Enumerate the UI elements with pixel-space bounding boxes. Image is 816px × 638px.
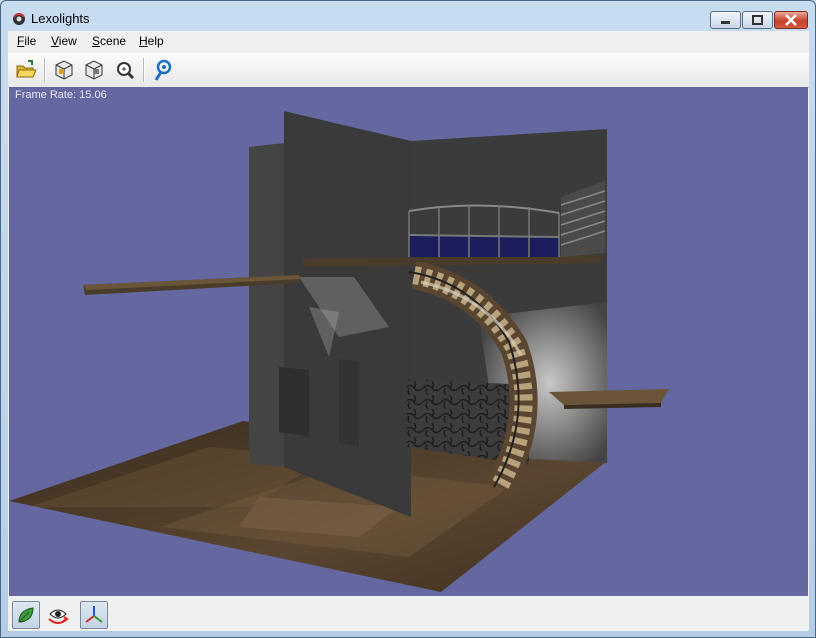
lighting-toggle-button[interactable] bbox=[12, 601, 40, 629]
open-folder-icon[interactable] bbox=[14, 58, 38, 82]
close-button[interactable] bbox=[774, 11, 808, 29]
menu-view[interactable]: View bbox=[51, 34, 77, 48]
scene-box-2-icon[interactable] bbox=[82, 58, 106, 82]
frame-rate-readout: Frame Rate: 15.06 bbox=[15, 89, 107, 101]
minimize-button[interactable] bbox=[710, 11, 741, 29]
scene-box-1-icon[interactable] bbox=[52, 58, 76, 82]
axes-icon bbox=[85, 606, 103, 623]
menu-file[interactable]: File bbox=[17, 34, 36, 48]
eye-rotate-icon bbox=[48, 609, 69, 624]
toolbar-separator bbox=[44, 58, 45, 82]
menu-scene[interactable]: Scene bbox=[92, 34, 126, 48]
maximize-button[interactable] bbox=[742, 11, 773, 29]
zoom-icon[interactable] bbox=[113, 58, 137, 82]
app-icon bbox=[13, 13, 25, 25]
scene-render bbox=[9, 111, 669, 592]
menu-help[interactable]: Help bbox=[139, 34, 164, 48]
pick-icon[interactable] bbox=[151, 58, 175, 82]
toolbar-separator bbox=[143, 58, 144, 82]
axes-toggle-button[interactable] bbox=[80, 601, 108, 629]
toolbar bbox=[8, 53, 809, 88]
window-title: Lexolights bbox=[31, 11, 90, 26]
view-rotate-button[interactable] bbox=[45, 601, 73, 629]
3d-viewport[interactable]: Frame Rate: 15.06 bbox=[9, 87, 808, 596]
leaf-icon bbox=[18, 607, 34, 623]
app-window: Lexolights File View Scene Help Frame Ra… bbox=[0, 0, 816, 638]
maximize-icon bbox=[752, 15, 763, 25]
client-area: File View Scene Help Frame Rate: 15.06 bbox=[8, 31, 809, 631]
bottom-toolbar bbox=[8, 598, 809, 631]
title-bar[interactable]: Lexolights bbox=[1, 1, 815, 31]
close-icon bbox=[785, 14, 797, 26]
menu-bar: File View Scene Help bbox=[8, 31, 809, 51]
minimize-icon bbox=[721, 21, 730, 24]
